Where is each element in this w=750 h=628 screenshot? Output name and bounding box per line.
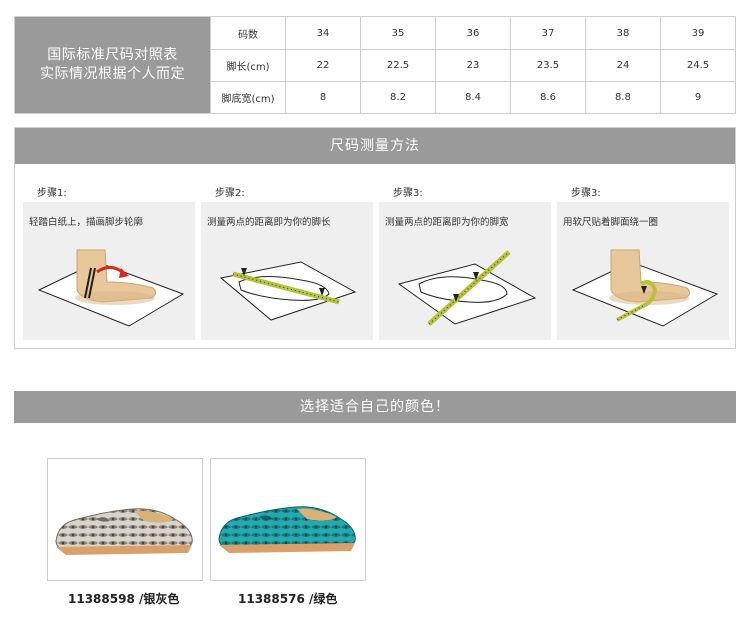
foot-width-illustration bbox=[397, 250, 537, 326]
row-label: 脚底宽(cm) bbox=[210, 81, 285, 113]
measure-section: 尺码测量方法 步骤1: 轻踏白纸上，描画脚步轮廓 步骤2: 测量两点的距离即为你… bbox=[14, 127, 736, 349]
product-green[interactable] bbox=[210, 458, 366, 581]
table-cell: 8 bbox=[285, 81, 360, 113]
table-cell: 39 bbox=[660, 17, 735, 49]
table-cell: 24 bbox=[585, 49, 660, 81]
table-cell: 34 bbox=[285, 17, 360, 49]
foot-length-illustration bbox=[219, 261, 357, 321]
step-desc: 轻踏白纸上，描画脚步轮廓 bbox=[29, 217, 144, 228]
step-title: 步骤1: bbox=[37, 188, 67, 199]
step-title: 步骤3: bbox=[571, 188, 601, 199]
product-silver-gray[interactable] bbox=[47, 458, 203, 581]
foot-circumference-illustration bbox=[571, 249, 719, 327]
table-cell: 36 bbox=[435, 17, 510, 49]
color-section-title: 选择适合自己的颜色！ bbox=[14, 391, 736, 423]
size-chart: 国际标准尺码对照表 实际情况根据个人而定 码数 34 35 36 37 38 3… bbox=[14, 16, 736, 114]
product-label: 11388598 /银灰色 bbox=[68, 592, 180, 606]
shoe-image bbox=[218, 506, 356, 553]
shoe-image bbox=[55, 508, 193, 555]
step-panel: 用软尺贴着脚面绕一圈 bbox=[557, 202, 729, 340]
step-desc: 测量两点的距离即为你的脚长 bbox=[207, 217, 331, 228]
table-cell: 9 bbox=[660, 81, 735, 113]
step-panel: 测量两点的距离即为你的脚长 bbox=[201, 202, 373, 340]
step-panel: 测量两点的距离即为你的脚宽 bbox=[379, 202, 551, 340]
table-cell: 37 bbox=[510, 17, 585, 49]
size-chart-subtitle: 实际情况根据个人而定 bbox=[40, 66, 185, 82]
measure-title: 尺码测量方法 bbox=[15, 128, 735, 164]
step-desc: 用软尺贴着脚面绕一圈 bbox=[563, 217, 659, 228]
table-cell: 23.5 bbox=[510, 49, 585, 81]
step-desc: 测量两点的距离即为你的脚宽 bbox=[385, 217, 509, 228]
measure-steps: 步骤1: 轻踏白纸上，描画脚步轮廓 步骤2: 测量两点的距离即为你的脚长 步骤3… bbox=[15, 164, 735, 350]
size-chart-heading: 国际标准尺码对照表 实际情况根据个人而定 bbox=[15, 17, 210, 113]
step-title: 步骤2: bbox=[215, 188, 245, 199]
table-cell: 8.2 bbox=[360, 81, 435, 113]
table-cell: 8.6 bbox=[510, 81, 585, 113]
table-cell: 24.5 bbox=[660, 49, 735, 81]
step-panel: 轻踏白纸上，描画脚步轮廓 bbox=[23, 202, 195, 340]
table-cell: 22.5 bbox=[360, 49, 435, 81]
table-cell: 23 bbox=[435, 49, 510, 81]
table-cell: 35 bbox=[360, 17, 435, 49]
step-title: 步骤3: bbox=[393, 188, 423, 199]
size-table: 码数 34 35 36 37 38 39 脚长(cm) 22 22.5 23 2… bbox=[210, 17, 735, 113]
size-chart-title: 国际标准尺码对照表 bbox=[47, 47, 178, 63]
foot-trace-illustration bbox=[37, 249, 185, 327]
table-cell: 8.8 bbox=[585, 81, 660, 113]
table-cell: 22 bbox=[285, 49, 360, 81]
row-label: 码数 bbox=[210, 17, 285, 49]
row-label: 脚长(cm) bbox=[210, 49, 285, 81]
table-cell: 38 bbox=[585, 17, 660, 49]
table-cell: 8.4 bbox=[435, 81, 510, 113]
product-label: 11388576 /绿色 bbox=[238, 592, 338, 606]
